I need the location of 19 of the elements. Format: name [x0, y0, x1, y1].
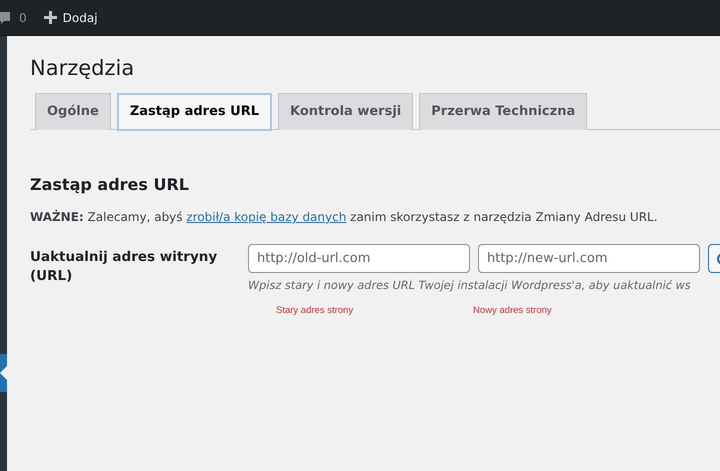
tab[interactable]: Ogólne — [35, 93, 111, 130]
backup-link[interactable]: zrobił/a kopię bazy danych — [186, 210, 346, 224]
annotation-text: Stary adres strony — [275, 305, 354, 316]
old-url-field[interactable]: http://old-url.com — [248, 244, 470, 273]
section-heading: Zastąp adres URL — [30, 175, 190, 194]
comment-icon[interactable] — [0, 10, 10, 24]
plus-icon[interactable] — [44, 11, 57, 24]
tab[interactable]: Zastąp adres URL — [116, 93, 272, 131]
annotation-text: Nowy adres strony — [472, 305, 553, 316]
add-new-link[interactable]: Dodaj — [62, 10, 98, 24]
page-title: Narzędzia — [30, 56, 136, 80]
tab[interactable]: Kontrola wersji — [278, 93, 414, 130]
active-menu-item[interactable] — [0, 354, 7, 392]
field-label: Uaktualnij adres witryny (URL) — [30, 248, 218, 286]
notice-text: WAŻNE: Zalecamy, abyś zrobił/a kopię bazy danych zanim skorzystasz z narzędzia Zmiany Adresu URL. — [30, 210, 659, 224]
comment-count[interactable]: 0 — [19, 10, 27, 24]
new-url-field[interactable]: http://new-url.com — [478, 244, 700, 273]
tab[interactable]: Przerwa Techniczna — [419, 93, 588, 130]
field-description: Wpisz stary i nowy adres URL Twojej instalacji Wordpress'a, aby uaktualnić ws — [248, 279, 692, 292]
